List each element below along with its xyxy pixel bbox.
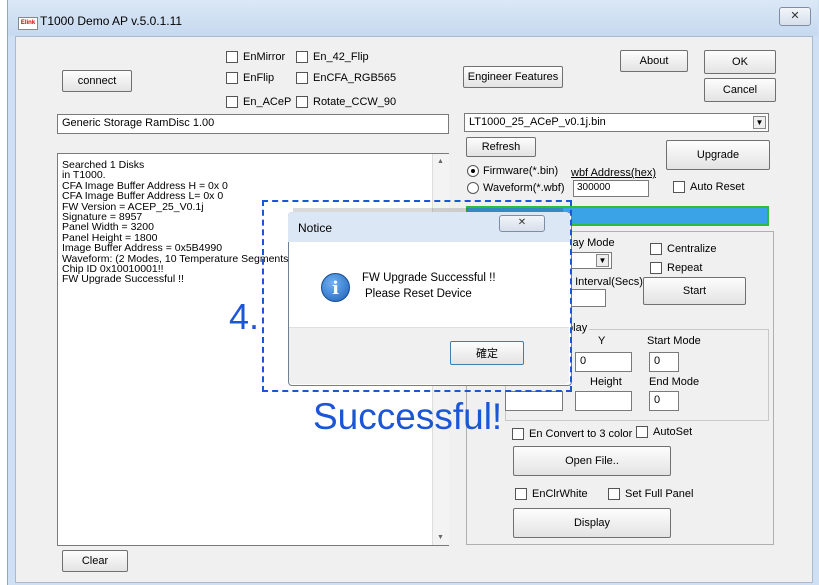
checkbox-label: EnFlip bbox=[243, 72, 275, 84]
en-42-flip-checkbox[interactable]: En_42_Flip bbox=[296, 51, 369, 63]
checkbox-label: En_ACeP bbox=[243, 96, 292, 108]
y-label: Y bbox=[598, 335, 606, 347]
en-mirror-checkbox[interactable]: EnMirror bbox=[226, 51, 285, 63]
checkbox-label: AutoSet bbox=[653, 426, 693, 438]
firmware-file-select[interactable]: LT1000_25_ACeP_v0.1j.bin ▼ bbox=[464, 113, 769, 132]
height-input[interactable] bbox=[575, 391, 632, 411]
end-mode-input[interactable]: 0 bbox=[649, 391, 679, 411]
checkbox-label: Auto Reset bbox=[690, 181, 745, 193]
checkbox-box[interactable] bbox=[636, 426, 648, 438]
checkbox-box[interactable] bbox=[296, 51, 308, 63]
display-button[interactable]: Display bbox=[513, 508, 671, 538]
repeat-checkbox[interactable]: Repeat bbox=[650, 262, 702, 274]
scroll-up-arrow-icon[interactable]: ▲ bbox=[437, 158, 444, 165]
radio-firmware[interactable]: Firmware(*.bin) bbox=[467, 165, 558, 177]
checkbox-label: EnCFA_RGB565 bbox=[313, 72, 397, 84]
width-input[interactable] bbox=[505, 391, 563, 411]
start-mode-input[interactable]: 0 bbox=[649, 352, 679, 372]
storage-name-field[interactable]: Generic Storage RamDisc 1.00 bbox=[57, 114, 449, 134]
checkbox-label: Centralize bbox=[667, 243, 717, 255]
en-cfa-rgb565-checkbox[interactable]: EnCFA_RGB565 bbox=[296, 72, 396, 84]
set-full-panel-checkbox[interactable]: Set Full Panel bbox=[608, 488, 693, 500]
start-mode-label: Start Mode bbox=[647, 335, 701, 347]
success-caption: Successful! bbox=[313, 396, 503, 437]
step-number-annotation: 4. bbox=[229, 296, 260, 337]
about-button[interactable]: About bbox=[620, 50, 688, 72]
cancel-button[interactable]: Cancel bbox=[704, 78, 776, 102]
checkbox-box[interactable] bbox=[608, 488, 620, 500]
start-button[interactable]: Start bbox=[643, 277, 746, 305]
y-input[interactable]: 0 bbox=[575, 352, 632, 372]
upgrade-button[interactable]: Upgrade bbox=[666, 140, 770, 170]
checkbox-box[interactable] bbox=[512, 428, 524, 440]
checkbox-box[interactable] bbox=[296, 96, 308, 108]
en-clr-white-checkbox[interactable]: EnClrWhite bbox=[515, 488, 588, 500]
height-label: Height bbox=[590, 376, 622, 388]
en-acep-checkbox[interactable]: En_ACeP bbox=[226, 96, 291, 108]
checkbox-label: En_42_Flip bbox=[313, 51, 369, 63]
checkbox-box[interactable] bbox=[296, 72, 308, 84]
checkbox-box[interactable] bbox=[226, 72, 238, 84]
checkbox-label: Repeat bbox=[667, 262, 703, 274]
scroll-down-arrow-icon[interactable]: ▼ bbox=[437, 534, 444, 541]
clear-button[interactable]: Clear bbox=[62, 550, 128, 572]
engineer-features-button[interactable]: Engineer Features bbox=[463, 66, 563, 88]
wbf-address-input[interactable]: 300000 bbox=[573, 180, 649, 197]
end-mode-label: End Mode bbox=[649, 376, 700, 388]
window-close-button[interactable]: ✕ bbox=[779, 7, 811, 26]
rotate-ccw-90-checkbox[interactable]: Rotate_CCW_90 bbox=[296, 96, 396, 108]
radio-waveform[interactable]: Waveform(*.wbf) bbox=[467, 182, 565, 194]
checkbox-label: EnMirror bbox=[243, 51, 286, 63]
radio-dot[interactable] bbox=[467, 165, 479, 177]
ok-button[interactable]: OK bbox=[704, 50, 776, 74]
checkbox-box[interactable] bbox=[673, 181, 685, 193]
en-flip-checkbox[interactable]: EnFlip bbox=[226, 72, 274, 84]
checkbox-box[interactable] bbox=[226, 96, 238, 108]
open-file-button[interactable]: Open File.. bbox=[513, 446, 671, 476]
checkbox-box[interactable] bbox=[650, 262, 662, 274]
checkbox-box[interactable] bbox=[650, 243, 662, 255]
app-icon: Elink bbox=[18, 17, 38, 30]
checkbox-label: En Convert to 3 color bbox=[529, 428, 633, 440]
auto-reset-checkbox[interactable]: Auto Reset bbox=[673, 181, 744, 193]
window-title: T1000 Demo AP v.5.0.1.11 bbox=[40, 14, 183, 28]
checkbox-label: EnClrWhite bbox=[532, 488, 588, 500]
checkbox-box[interactable] bbox=[226, 51, 238, 63]
log-line: Searched 1 Disks bbox=[62, 159, 145, 171]
checkbox-label: Rotate_CCW_90 bbox=[313, 96, 397, 108]
refresh-button[interactable]: Refresh bbox=[466, 137, 536, 157]
chevron-down-icon[interactable]: ▼ bbox=[753, 116, 766, 129]
centralize-checkbox[interactable]: Centralize bbox=[650, 243, 717, 255]
autoset-checkbox[interactable]: AutoSet bbox=[636, 426, 692, 438]
radio-label: Firmware(*.bin) bbox=[483, 165, 559, 177]
en-convert-3color-checkbox[interactable]: En Convert to 3 color bbox=[512, 428, 632, 440]
chevron-down-icon[interactable]: ▼ bbox=[596, 254, 609, 267]
firmware-file-value: LT1000_25_ACeP_v0.1j.bin bbox=[469, 116, 606, 128]
checkbox-label: Set Full Panel bbox=[625, 488, 694, 500]
highlight-dashed-box bbox=[262, 200, 572, 392]
radio-label: Waveform(*.wbf) bbox=[483, 182, 565, 194]
connect-button[interactable]: connect bbox=[62, 70, 132, 92]
checkbox-box[interactable] bbox=[515, 488, 527, 500]
radio-dot[interactable] bbox=[467, 182, 479, 194]
wbf-address-label: wbf Address(hex) bbox=[571, 167, 656, 179]
